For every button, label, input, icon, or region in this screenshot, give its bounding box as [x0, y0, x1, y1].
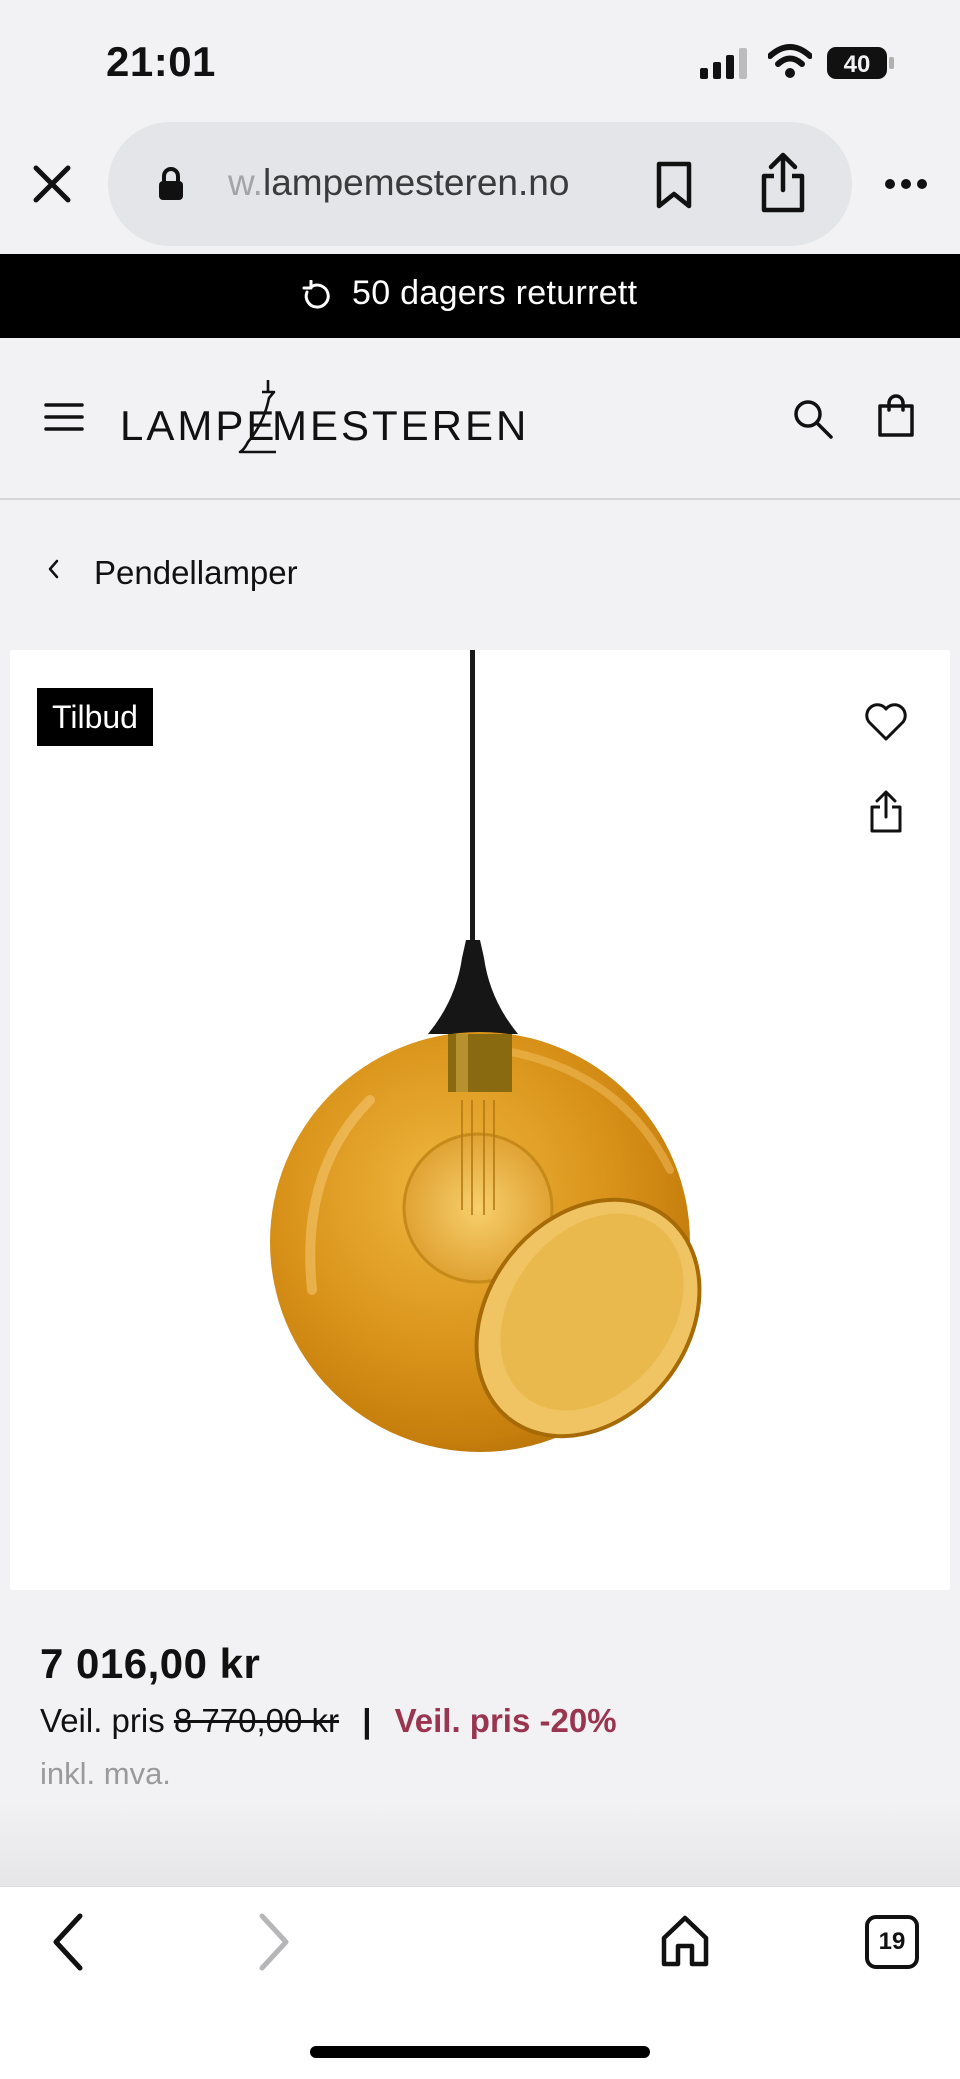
url-faded: w.: [228, 162, 263, 203]
home-icon[interactable]: [660, 1914, 710, 1968]
promo-text: 50 dagers returrett: [352, 274, 638, 312]
wifi-icon: [768, 44, 812, 80]
rec-price: 8 770,00 kr: [173, 1702, 340, 1739]
battery-icon: 40: [826, 46, 896, 80]
status-time: 21:01: [106, 38, 216, 85]
heart-icon[interactable]: [864, 702, 908, 742]
signal-icon: [700, 46, 752, 80]
menu-icon[interactable]: [44, 402, 84, 432]
share-icon[interactable]: [758, 152, 808, 214]
tab-count: 19: [878, 1928, 906, 1955]
bookmark-icon[interactable]: [654, 160, 694, 210]
logo-word-mesteren: MESTEREN: [272, 402, 530, 449]
lock-icon: [157, 166, 185, 202]
price-comparison: Veil. pris 8 770,00 kr | Veil. pris -20%: [40, 1702, 617, 1740]
breadcrumb-link[interactable]: Pendellamper: [94, 554, 298, 592]
sale-badge: Tilbud: [37, 688, 153, 746]
tax-note: inkl. mva.: [40, 1756, 171, 1791]
price-separator: |: [362, 1702, 372, 1739]
close-icon[interactable]: [32, 164, 72, 204]
forward-icon[interactable]: [254, 1912, 294, 1972]
discount-label: Veil. pris -20%: [394, 1702, 617, 1739]
search-icon[interactable]: [792, 398, 834, 440]
home-indicator: [310, 2046, 650, 2058]
url-domain: lampemesteren.no: [262, 162, 570, 203]
site-logo[interactable]: LAMPE MESTEREN: [120, 378, 526, 458]
rec-price-label: Veil. pris: [40, 1702, 165, 1739]
back-icon[interactable]: [48, 1912, 88, 1972]
bag-icon[interactable]: [876, 394, 916, 438]
more-icon[interactable]: [884, 178, 928, 190]
product-image: [200, 650, 760, 1460]
url-text[interactable]: w.lampemesteren.no: [228, 162, 569, 204]
product-share-icon[interactable]: [868, 790, 904, 834]
content-fade: [0, 1800, 960, 1886]
product-price: 7 016,00 kr: [40, 1640, 261, 1687]
return-icon: [300, 280, 332, 312]
battery-level: 40: [844, 51, 871, 78]
chevron-left-icon[interactable]: [46, 558, 60, 580]
